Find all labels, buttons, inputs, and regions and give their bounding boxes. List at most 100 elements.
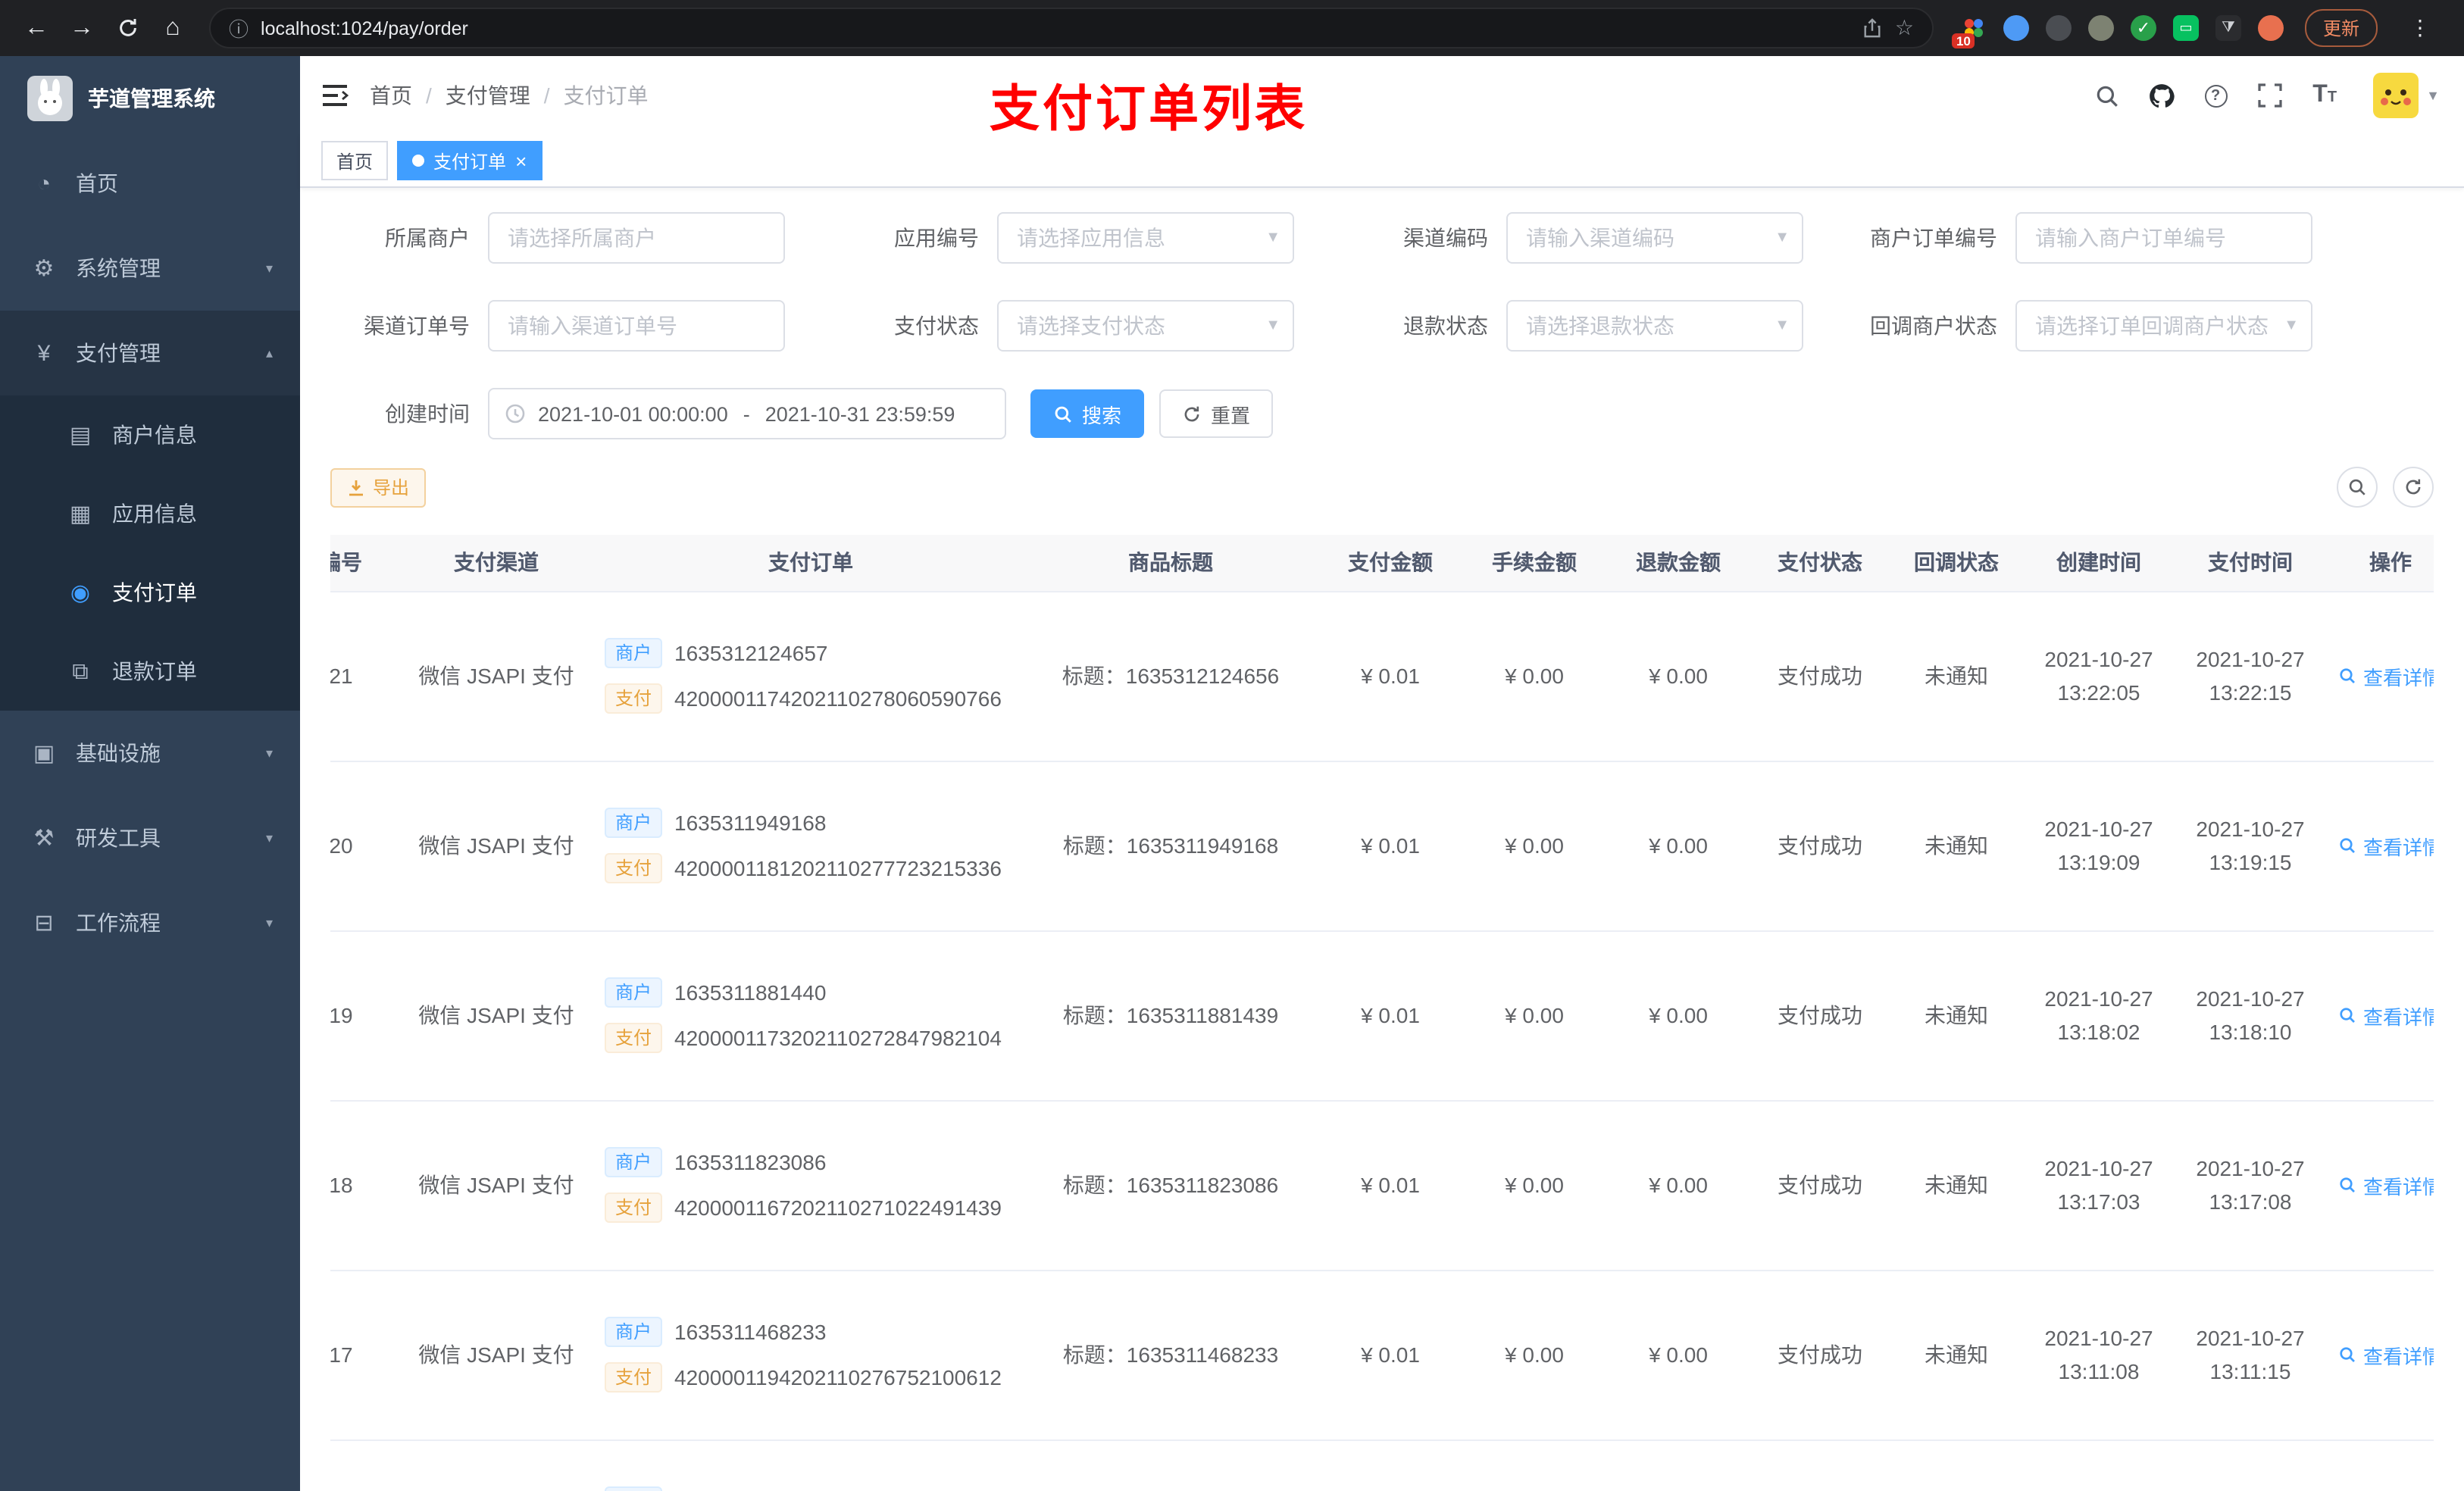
view-detail-link[interactable]: 查看详情 xyxy=(2339,1001,2434,1030)
sidebar-subitem[interactable]: ▦ 应用信息 xyxy=(0,474,300,553)
export-button[interactable]: 导出 xyxy=(330,467,427,507)
filter-input[interactable] xyxy=(2015,212,2312,264)
cell-created-at: 2021-10-27 13:18:02 xyxy=(2023,930,2175,1101)
olive-extension-icon[interactable] xyxy=(2087,15,2114,41)
breadcrumb-item[interactable]: 首页 xyxy=(370,80,412,111)
cell-notify-status: 未通知 xyxy=(1890,761,2023,931)
view-detail-link[interactable]: 查看详情 xyxy=(2339,661,2434,690)
sidebar-subitem[interactable]: ▤ 商户信息 xyxy=(0,395,300,474)
tags-bar: 首页 支付订单 × xyxy=(300,135,2464,188)
filter-input[interactable] xyxy=(997,300,1294,352)
bookmark-star-icon[interactable]: ☆ xyxy=(1895,15,1914,41)
filter-item: 应用编号 ▼ xyxy=(840,212,1294,264)
magnifier-icon xyxy=(2340,1177,2356,1192)
filter-input[interactable] xyxy=(1506,212,1803,264)
tab-close-icon[interactable]: × xyxy=(515,151,527,170)
breadcrumb-item[interactable]: 支付订单 xyxy=(530,80,649,111)
pay-order-no: 4200001194202110276752100612 xyxy=(674,1365,1002,1389)
sidebar-subitem[interactable]: ◉ 支付订单 xyxy=(0,553,300,632)
address-bar[interactable]: ⓘ localhost:1024/pay/order ☆ xyxy=(209,8,1934,48)
table-row[interactable]: 17 微信 JSAPI 支付 商户 1635311468233 支付 42000… xyxy=(330,1270,2434,1440)
sidebar-item[interactable]: ¥ 支付管理 ▴ xyxy=(0,311,300,395)
view-detail-link[interactable]: 查看详情 xyxy=(2339,1340,2434,1369)
cell-channel: 微信 JSAPI 支付 xyxy=(394,761,599,931)
filter-input[interactable] xyxy=(1506,300,1803,352)
view-detail-link[interactable]: 查看详情 xyxy=(2339,1171,2434,1199)
tab[interactable]: 首页 xyxy=(321,141,389,180)
table-row[interactable]: 19 微信 JSAPI 支付 商户 1635311881440 支付 42000… xyxy=(330,930,2434,1101)
fullscreen-icon[interactable] xyxy=(2255,80,2285,111)
sidebar-item[interactable]: ⚙ 系统管理 ▾ xyxy=(0,226,300,311)
cell-channel: 微信 JSAPI 支付 xyxy=(394,930,599,1101)
cell-order-numbers: 商户 1635311468233 支付 42000011942021102767… xyxy=(599,1270,1023,1440)
browser-home-icon[interactable]: ⌂ xyxy=(152,7,194,49)
sidebar-item[interactable]: ◔ 首页 xyxy=(0,141,300,226)
user-menu[interactable]: ▼ xyxy=(2373,73,2440,118)
toggle-search-icon[interactable] xyxy=(2337,467,2378,508)
cell-title: 标题：1635311823086 xyxy=(1023,1100,1318,1271)
filter-input[interactable] xyxy=(488,212,785,264)
cell-title xyxy=(1023,1439,1318,1491)
reset-button[interactable]: 重置 xyxy=(1159,389,1274,438)
breadcrumb-item[interactable]: 支付管理 xyxy=(412,80,530,111)
date-range-picker[interactable]: 2021-10-01 00:00:00 - 2021-10-31 23:59:5… xyxy=(488,388,1006,439)
chrome-update-button[interactable]: 更新 xyxy=(2304,9,2378,47)
dark-extension-icon[interactable] xyxy=(2045,15,2072,41)
cell-amount: ¥ 0.01 xyxy=(1318,1270,1462,1440)
date-end-value[interactable]: 2021-10-31 23:59:59 xyxy=(765,402,955,425)
table-row[interactable]: 21 微信 JSAPI 支付 商户 1635312124657 支付 42000… xyxy=(330,591,2434,761)
refresh-table-icon[interactable] xyxy=(2393,467,2434,508)
column-header: 创建时间 xyxy=(2023,535,2175,592)
drop-extension-icon[interactable] xyxy=(2003,15,2029,41)
cell-actions: 查看详情 xyxy=(2326,930,2434,1101)
extensions-puzzle-icon[interactable]: ⧩ xyxy=(2215,15,2241,41)
sidebar-item[interactable]: ⊟ 工作流程 ▾ xyxy=(0,880,300,965)
column-header: 支付状态 xyxy=(1750,535,1890,592)
sidebar-item[interactable]: ▣ 基础设施 ▾ xyxy=(0,711,300,796)
column-header: 支付时间 xyxy=(2175,535,2326,592)
sidebar-subitem[interactable]: ⧉ 退款订单 xyxy=(0,632,300,711)
cell-pay-status xyxy=(1750,1439,1890,1491)
chrome-menu-icon[interactable]: ⋮ xyxy=(2403,15,2437,41)
sidebar-item[interactable]: ⚒ 研发工具 ▾ xyxy=(0,796,300,880)
site-info-icon[interactable]: ⓘ xyxy=(229,14,249,42)
chevron-down-icon: ▼ xyxy=(2426,88,2440,103)
github-icon[interactable] xyxy=(2146,80,2176,111)
profile-avatar-icon[interactable] xyxy=(2257,15,2284,41)
table-row[interactable]: 18 微信 JSAPI 支付 商户 1635311823086 支付 42000… xyxy=(330,1100,2434,1271)
table-row[interactable]: 16 商户 1635311851796 xyxy=(330,1439,2434,1491)
table-row[interactable]: 20 微信 JSAPI 支付 商户 1635311949168 支付 42000… xyxy=(330,761,2434,931)
cell-channel: 微信 JSAPI 支付 xyxy=(394,1270,599,1440)
url-text[interactable]: localhost:1024/pay/order xyxy=(261,17,1851,39)
cell-id: 16 xyxy=(330,1439,394,1491)
colorful-extension-icon[interactable]: 10 xyxy=(1951,15,1987,48)
filter-label: 所属商户 xyxy=(385,226,470,250)
search-icon[interactable] xyxy=(2091,80,2122,111)
filter-input[interactable] xyxy=(488,300,785,352)
filter-input[interactable] xyxy=(2015,300,2312,352)
pay-order-no: 4200001173202110272847982104 xyxy=(674,1026,1002,1050)
browser-forward-icon[interactable]: → xyxy=(61,7,103,49)
filter-input[interactable] xyxy=(997,212,1294,264)
sidebar-logo[interactable]: 芋道管理系统 xyxy=(0,56,300,141)
search-button[interactable]: 搜索 xyxy=(1030,389,1145,438)
navbar: 首页 支付管理 支付订单 支付订单列表 xyxy=(300,56,2464,136)
pay-badge: 支付 xyxy=(605,1023,663,1053)
browser-back-icon[interactable]: ← xyxy=(15,7,58,49)
help-icon[interactable]: ? xyxy=(2200,80,2231,111)
tab[interactable]: 支付订单 × xyxy=(397,141,543,180)
main-area: 首页 支付管理 支付订单 支付订单列表 xyxy=(300,56,2464,1491)
view-detail-link[interactable]: 查看详情 xyxy=(2339,831,2434,860)
hamburger-icon[interactable] xyxy=(300,56,370,135)
share-icon[interactable] xyxy=(1863,18,1883,38)
filter-item: 渠道编码 ▼ xyxy=(1349,212,1803,264)
wechat-extension-icon[interactable]: ▭ xyxy=(2172,15,2199,41)
date-start-value[interactable]: 2021-10-01 00:00:00 xyxy=(538,402,728,425)
merchant-badge: 商户 xyxy=(605,1317,663,1347)
sidebar-item-label: 基础设施 xyxy=(76,741,161,765)
font-size-icon[interactable]: TT xyxy=(2309,80,2340,111)
browser-reload-icon[interactable] xyxy=(106,7,149,49)
chevron-icon: ▾ xyxy=(265,260,273,275)
check-extension-icon[interactable]: ✓ xyxy=(2130,15,2156,41)
cell-title: 标题：1635311949168 xyxy=(1023,761,1318,931)
